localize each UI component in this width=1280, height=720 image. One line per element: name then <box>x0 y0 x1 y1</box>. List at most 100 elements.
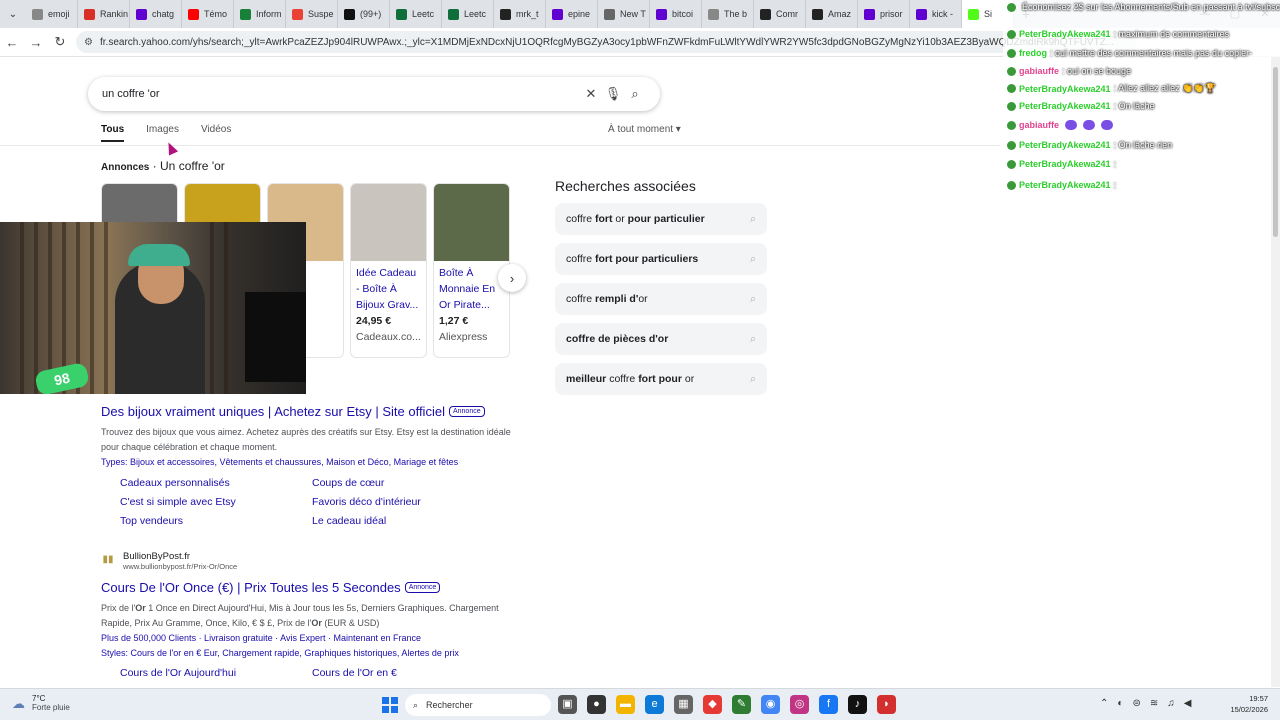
related-search-item[interactable]: coffre rempli d'or ⌕ <box>555 283 767 315</box>
sitelink[interactable]: Cours de l'Or Aujourd'hui <box>120 667 312 679</box>
source-name[interactable]: BullionByPost.fr <box>123 551 237 562</box>
task-view-icon[interactable]: ▣ <box>558 695 577 714</box>
browser-tab[interactable]: Leetc <box>442 0 494 28</box>
browser-tab[interactable]: (99+) <box>338 0 390 28</box>
browser-tab[interactable]: mrk_t <box>494 0 546 28</box>
wifi-icon[interactable]: ≋ <box>1150 698 1158 709</box>
browser-tab[interactable]: prisor <box>858 0 910 28</box>
browser-tab[interactable]: Rankin <box>78 0 130 28</box>
chat-username[interactable]: PeterBradyAkewa241 <box>1019 84 1111 94</box>
sitelink[interactable]: Top vendeurs <box>120 515 312 527</box>
microphone-icon[interactable]: 🎙 <box>602 86 624 102</box>
search-icon[interactable]: ⌕ <box>624 86 646 102</box>
browser-tab[interactable]: The b <box>702 0 754 28</box>
volume-icon[interactable]: ◀ <box>1184 698 1192 709</box>
browser-tab[interactable]: Suspe <box>286 0 338 28</box>
browser-tab[interactable]: emoji <box>26 0 78 28</box>
app-icon[interactable]: ▦ <box>674 695 693 714</box>
browser-tab[interactable]: bitcoi <box>650 0 702 28</box>
ad-types[interactable]: Types: Bijoux et accessoires, Vêtements … <box>101 455 521 470</box>
chat-username[interactable]: PeterBradyAkewa241 <box>1019 180 1111 190</box>
sitelink[interactable]: Le cadeau idéal <box>312 515 504 527</box>
chat-text: Économisez 2$ sur les Abonnements/Sub en… <box>1022 2 1280 12</box>
chat-username[interactable]: gabiauffe <box>1019 120 1059 130</box>
start-button[interactable] <box>382 697 398 713</box>
product-title[interactable]: Boîte À Monnaie En Or Pirate... <box>434 261 509 313</box>
browser-tab[interactable]: Amaz <box>806 0 858 28</box>
chat-username[interactable]: PeterBradyAkewa241 <box>1019 29 1111 39</box>
wall-slat <box>104 222 108 394</box>
network-icon[interactable]: ⊜ <box>1132 698 1140 709</box>
tab-favicon-icon <box>32 8 43 20</box>
chrome-icon[interactable]: ◉ <box>761 695 780 714</box>
app-icon[interactable]: ◆ <box>703 695 722 714</box>
microphone-icon[interactable]: ♫ <box>1167 698 1175 709</box>
ad-title[interactable]: Cours De l'Or Once (€) | Prix Toutes les… <box>101 580 401 595</box>
facebook-icon[interactable]: f <box>819 695 838 714</box>
address-bar[interactable]: ⚙ fr.search.yahoo.com/yhs/search;_ylt=Aw… <box>76 31 1136 53</box>
tab-label: Si <box>984 9 993 19</box>
scrollbar-thumb[interactable] <box>1273 67 1278 237</box>
app-icon[interactable]: ● <box>587 695 606 714</box>
chat-username[interactable]: PeterBradyAkewa241 <box>1019 140 1111 150</box>
tiktok-icon[interactable]: ♪ <box>848 695 867 714</box>
sitelink[interactable]: Favoris déco d'intérieur <box>312 496 504 508</box>
product-card[interactable]: Boîte À Monnaie En Or Pirate... 1,27 € Ali… <box>433 183 510 358</box>
related-search-item[interactable]: meilleur coffre fort pour or ⌕ <box>555 363 767 395</box>
product-card[interactable]: Idée Cadeau - Boîte À Bijoux Grav... 24,9… <box>350 183 427 358</box>
ad-title[interactable]: Des bijoux vraiment uniques | Achetez su… <box>101 404 445 419</box>
tab-images[interactable]: Images <box>146 124 179 142</box>
ad-source: ▮▮ BullionByPost.fr www.bullionbypost.fr… <box>101 551 237 571</box>
related-search-item[interactable]: coffre fort pour particuliers ⌕ <box>555 243 767 275</box>
tab-search-icon[interactable]: ⌄ <box>0 0 26 28</box>
tray-app-icon[interactable]: ◐ <box>1117 698 1123 709</box>
sitelink[interactable]: C'est si simple avec Etsy <box>120 496 312 508</box>
browser-tab[interactable]: Leetc <box>390 0 442 28</box>
product-title[interactable]: Idée Cadeau - Boîte À Bijoux Grav... <box>351 261 426 313</box>
reload-icon[interactable]: ↻ <box>48 34 72 50</box>
browser-tab[interactable]: kick - <box>910 0 962 28</box>
ad-styles[interactable]: Styles: Cours de l'or en € Eur, Chargeme… <box>101 646 521 661</box>
shield-app-icon[interactable]: ◗ <box>877 695 896 714</box>
chat-username[interactable]: PeterBradyAkewa241 <box>1019 101 1111 111</box>
sitelink[interactable]: Cadeaux personnalisés <box>120 477 312 489</box>
ad-features[interactable]: Plus de 500,000 Clients · Livraison grat… <box>101 631 521 646</box>
related-search-item[interactable]: coffre fort or pour particulier ⌕ <box>555 203 767 235</box>
chat-emote-icon <box>1065 120 1078 130</box>
clear-icon[interactable]: ✕ <box>580 86 602 102</box>
site-info-icon[interactable]: ⚙ <box>84 37 94 48</box>
browser-tab[interactable]: Témo <box>182 0 234 28</box>
related-search-item[interactable]: coffre de pièces d'or ⌕ <box>555 323 767 355</box>
tab-videos[interactable]: Vidéos <box>201 124 231 142</box>
sitelink[interactable]: Cours de l'Or en € <box>312 667 504 679</box>
tab-label: kick - <box>932 9 953 19</box>
clock[interactable]: 19:57 15/02/2026 <box>1222 693 1268 715</box>
browser-tab[interactable]: chatg <box>130 0 182 28</box>
chat-username[interactable]: gabiauffe <box>1019 66 1059 76</box>
carousel-next-button[interactable]: › <box>498 264 526 292</box>
app-icon[interactable]: ✎ <box>732 695 751 714</box>
sitelink[interactable]: Coups de cœur <box>312 477 504 489</box>
chat-badge-icon <box>1007 84 1016 93</box>
instagram-icon[interactable]: ◎ <box>790 695 809 714</box>
chevron-up-icon[interactable]: ⌃ <box>1100 698 1108 709</box>
search-input[interactable] <box>102 88 580 100</box>
file-explorer-icon[interactable]: ▬ <box>616 695 635 714</box>
chat-username[interactable]: PeterBradyAkewa241 <box>1019 159 1111 169</box>
weather-widget[interactable]: ☁ 7°C Forte pluie <box>12 694 70 712</box>
browser-tab[interactable]: New T <box>598 0 650 28</box>
edge-icon[interactable]: e <box>645 695 664 714</box>
browser-tab[interactable]: epine <box>546 0 598 28</box>
time-filter-dropdown[interactable]: À tout moment ▾ <box>608 124 681 135</box>
scrollbar[interactable] <box>1271 57 1280 687</box>
taskbar-search[interactable]: ⌕ Rechercher <box>405 694 551 716</box>
forward-icon[interactable]: → <box>24 35 48 50</box>
product-image[interactable] <box>351 184 426 261</box>
tab-label: Leetc <box>412 9 435 19</box>
tab-all[interactable]: Tous <box>101 124 125 142</box>
browser-tab[interactable]: Comr <box>754 0 806 28</box>
product-image[interactable] <box>434 184 509 261</box>
chat-username[interactable]: fredog <box>1019 48 1047 58</box>
back-icon[interactable]: ← <box>0 35 24 50</box>
browser-tab[interactable]: Inform <box>234 0 286 28</box>
